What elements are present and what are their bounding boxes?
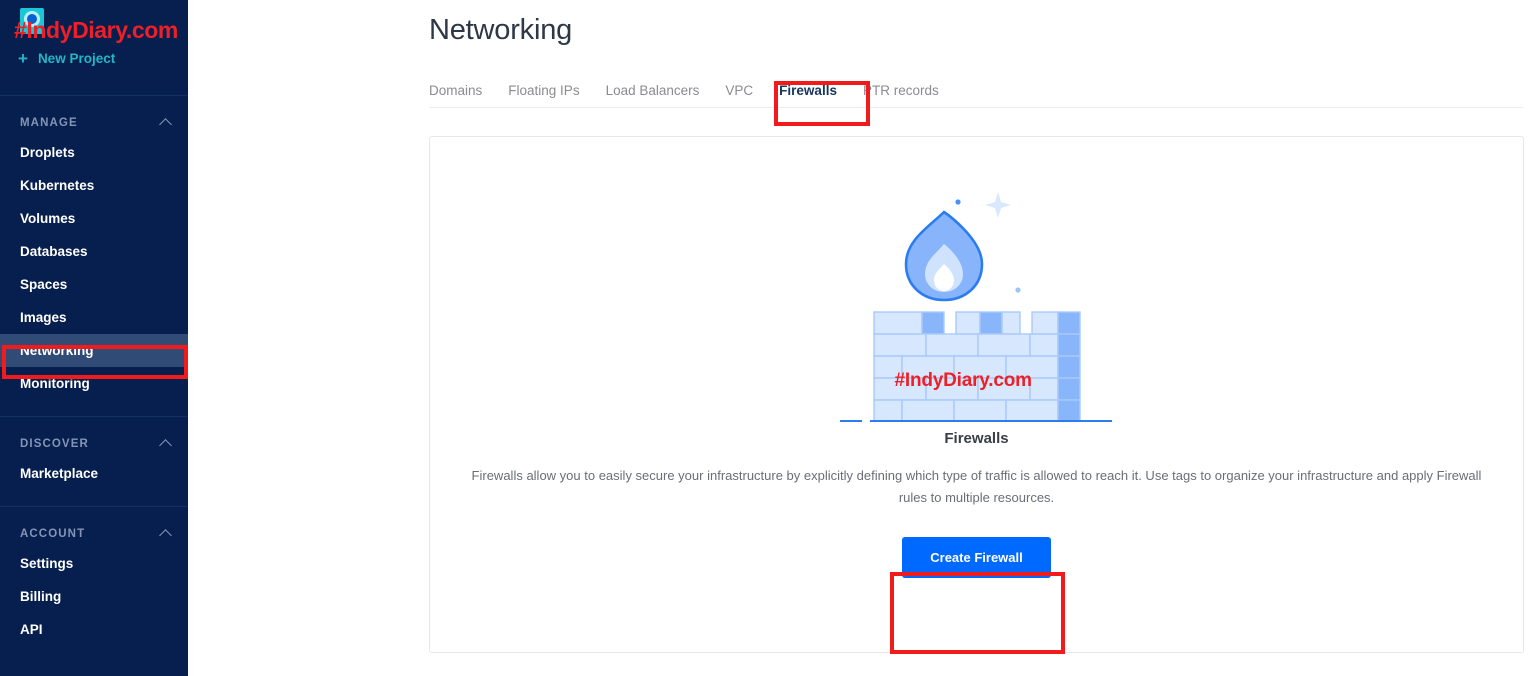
sidebar-item-label: Marketplace bbox=[20, 466, 99, 481]
new-project-button[interactable]: + New Project bbox=[18, 50, 115, 67]
sidebar-item-networking[interactable]: Networking bbox=[0, 334, 188, 367]
tab-firewalls[interactable]: Firewalls bbox=[779, 83, 837, 98]
sidebar-item-label: API bbox=[20, 622, 43, 637]
sidebar-heading-label: ACCOUNT bbox=[20, 528, 86, 540]
chevron-up-icon[interactable] bbox=[159, 118, 172, 131]
sidebar-item-marketplace[interactable]: Marketplace bbox=[0, 457, 188, 490]
tab-floating-ips[interactable]: Floating IPs bbox=[508, 83, 579, 98]
sidebar-section-account: ACCOUNT Settings Billing API bbox=[0, 507, 188, 662]
tab-vpc[interactable]: VPC bbox=[725, 83, 753, 98]
main-content: Networking Domains Floating IPs Load Bal… bbox=[188, 0, 1536, 676]
sidebar-item-label: Databases bbox=[20, 244, 88, 259]
brand-block: #IndyDiary.com + New Project bbox=[0, 0, 188, 96]
page-title: Networking bbox=[429, 14, 573, 46]
empty-state-description: Firewalls allow you to easily secure you… bbox=[471, 468, 1482, 505]
sidebar-item-label: Volumes bbox=[20, 211, 76, 226]
sidebar-item-label: Billing bbox=[20, 589, 62, 604]
sidebar-item-api[interactable]: API bbox=[0, 613, 188, 646]
tab-ptr-records[interactable]: PTR records bbox=[863, 83, 939, 98]
tab-bar: Domains Floating IPs Load Balancers VPC … bbox=[429, 83, 1524, 108]
new-project-label: New Project bbox=[37, 51, 116, 66]
sidebar-heading-account[interactable]: ACCOUNT bbox=[0, 521, 188, 547]
sidebar-item-label: Droplets bbox=[20, 145, 75, 160]
firewall-brick-wall-flame-illustration: #IndyDiary.com bbox=[832, 182, 1122, 424]
sidebar-item-spaces[interactable]: Spaces bbox=[0, 268, 188, 301]
content-watermark: #IndyDiary.com bbox=[894, 370, 1032, 391]
sidebar-item-databases[interactable]: Databases bbox=[0, 235, 188, 268]
sidebar-item-label: Networking bbox=[20, 343, 94, 358]
sidebar: #IndyDiary.com + New Project MANAGE Drop… bbox=[0, 0, 188, 676]
sidebar-section-manage: MANAGE Droplets Kubernetes Volumes Datab… bbox=[0, 96, 188, 417]
sidebar-heading-manage[interactable]: MANAGE bbox=[0, 110, 188, 136]
firewalls-empty-state-card: #IndyDiary.com Firewalls Firewalls allow… bbox=[429, 136, 1524, 653]
networking-firewalls-page: #IndyDiary.com + New Project MANAGE Drop… bbox=[0, 0, 1536, 676]
sidebar-item-label: Monitoring bbox=[20, 376, 90, 391]
tab-load-balancers[interactable]: Load Balancers bbox=[606, 83, 700, 98]
sidebar-item-label: Images bbox=[20, 310, 67, 325]
brand-watermark: #IndyDiary.com bbox=[14, 17, 178, 43]
sidebar-item-monitoring[interactable]: Monitoring bbox=[0, 367, 188, 400]
tab-domains[interactable]: Domains bbox=[429, 83, 482, 98]
sidebar-heading-discover[interactable]: DISCOVER bbox=[0, 431, 188, 457]
sidebar-item-billing[interactable]: Billing bbox=[0, 580, 188, 613]
sidebar-section-discover: DISCOVER Marketplace bbox=[0, 417, 188, 507]
create-firewall-button[interactable]: Create Firewall bbox=[902, 537, 1051, 578]
sidebar-item-images[interactable]: Images bbox=[0, 301, 188, 334]
sidebar-item-settings[interactable]: Settings bbox=[0, 547, 188, 580]
chevron-up-icon[interactable] bbox=[159, 439, 172, 452]
chevron-up-icon[interactable] bbox=[159, 529, 172, 542]
sidebar-item-kubernetes[interactable]: Kubernetes bbox=[0, 169, 188, 202]
sidebar-heading-label: DISCOVER bbox=[20, 438, 89, 450]
sidebar-item-volumes[interactable]: Volumes bbox=[0, 202, 188, 235]
plus-icon: + bbox=[18, 49, 28, 68]
empty-state-title: Firewalls bbox=[944, 430, 1009, 447]
sidebar-item-label: Kubernetes bbox=[20, 178, 95, 193]
sidebar-heading-label: MANAGE bbox=[20, 117, 78, 129]
sidebar-item-label: Spaces bbox=[20, 277, 68, 292]
sidebar-item-droplets[interactable]: Droplets bbox=[0, 136, 188, 169]
sidebar-item-label: Settings bbox=[20, 556, 74, 571]
